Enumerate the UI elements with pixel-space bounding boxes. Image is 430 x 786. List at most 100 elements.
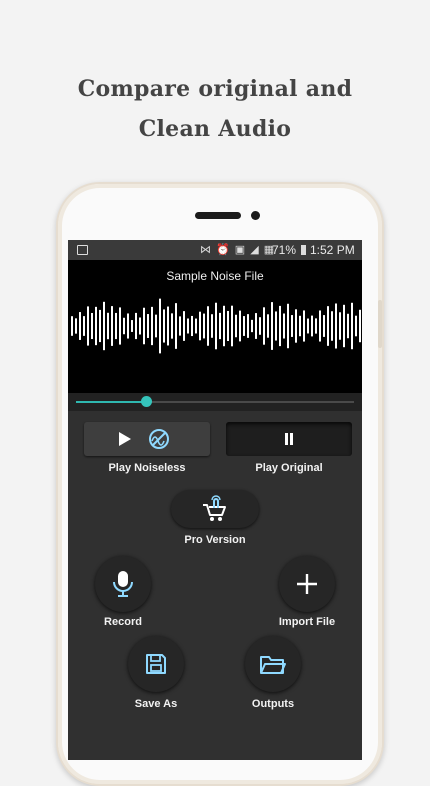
waveform-bar <box>267 314 269 338</box>
phone-camera <box>251 211 260 220</box>
waveform-bar <box>79 312 81 340</box>
battery-percent: 71% <box>272 243 297 257</box>
notification-icon <box>77 245 88 255</box>
waveform-bar <box>119 307 121 345</box>
waveform-bar <box>155 314 157 338</box>
waveform-bar <box>271 302 273 350</box>
save-as-button[interactable] <box>128 636 184 692</box>
phone-side-button <box>378 300 382 348</box>
waveform-bar <box>351 302 353 350</box>
play-noiseless-button[interactable] <box>84 422 210 456</box>
waveform-bar <box>127 313 129 339</box>
waveform-bar <box>199 311 201 341</box>
headline-line-1: Compare original and <box>77 76 353 102</box>
waveform-bar <box>147 314 149 338</box>
waveform-bar <box>335 303 337 349</box>
waveform-bar <box>171 313 173 339</box>
waveform-bar <box>319 310 321 342</box>
waveform-bar <box>295 309 297 343</box>
waveform-bar <box>207 306 209 346</box>
waveform-bar <box>347 313 349 339</box>
pro-version-button[interactable] <box>171 490 259 528</box>
waveform-bar <box>95 306 97 346</box>
pro-version-label: Pro Version <box>184 534 246 546</box>
waveform-panel: Sample Noise File <box>68 260 362 393</box>
play-icon <box>119 432 131 446</box>
waveform-bar <box>307 318 309 334</box>
waveform-bar <box>279 305 281 347</box>
microphone-icon <box>113 571 133 597</box>
sample-file-title: Sample Noise File <box>166 269 264 283</box>
battery-icon <box>301 245 306 255</box>
play-original-button[interactable] <box>226 422 352 456</box>
waveform-bar <box>299 315 301 337</box>
waveform-bar <box>219 312 221 340</box>
waveform-bar <box>263 307 265 345</box>
waveform-bar <box>359 309 361 343</box>
waveform-bar <box>211 314 213 338</box>
record-button[interactable] <box>95 556 151 612</box>
waveform-bar <box>99 309 101 343</box>
waveform-bar <box>215 302 217 350</box>
waveform-bar <box>87 306 89 346</box>
outputs-button[interactable] <box>245 636 301 692</box>
waveform-bar <box>175 303 177 349</box>
waveform-bar <box>195 318 197 334</box>
plus-icon <box>297 574 317 594</box>
waveform-bar <box>231 305 233 347</box>
waveform-bar <box>167 306 169 346</box>
app-screen: ⋈ ⏰ ▣ ◢ ▦ 71% 1:52 PM Sample Noise File … <box>68 240 362 760</box>
waveform-bar <box>163 309 165 343</box>
waveform-bar <box>339 312 341 340</box>
waveform-bar <box>311 315 313 337</box>
waveform-bar <box>123 317 125 335</box>
seek-progress <box>76 401 146 403</box>
import-file-button[interactable] <box>279 556 335 612</box>
waveform-bar <box>107 312 109 340</box>
waveform-bar <box>355 315 357 337</box>
waveform-bar <box>143 307 145 345</box>
folder-icon <box>260 656 286 674</box>
pause-icon <box>285 433 293 445</box>
waveform-bar <box>323 315 325 337</box>
waveform-bar <box>179 316 181 336</box>
waveform-bar <box>203 313 205 339</box>
save-icon <box>146 654 166 674</box>
waveform-bar <box>159 298 161 354</box>
waveform-bar <box>315 318 317 334</box>
waveform-bar <box>115 312 117 340</box>
waveform-bar <box>139 317 141 335</box>
waveform-bar <box>71 316 73 336</box>
import-file-label: Import File <box>278 616 336 628</box>
headline-line-2: Clean Audio <box>138 116 292 142</box>
play-noiseless-label: Play Noiseless <box>108 462 186 474</box>
waveform-bar <box>239 310 241 342</box>
waveform-bar <box>327 306 329 346</box>
waveform-bar <box>103 301 105 351</box>
waveform-bar <box>303 310 305 342</box>
waveform-bar <box>75 318 77 334</box>
seek-thumb[interactable] <box>140 396 152 407</box>
waveform-bar <box>183 311 185 341</box>
waveform-bar <box>259 317 261 335</box>
play-noiseless-icons <box>119 429 169 449</box>
waveform-bar <box>151 306 153 346</box>
waveform-bar <box>227 310 229 342</box>
waveform-bar <box>243 316 245 336</box>
waveform-bar <box>275 311 277 341</box>
waveform-bar <box>83 316 85 336</box>
waveform-bar <box>223 305 225 347</box>
waveform-bar <box>91 312 93 340</box>
status-icons: ⋈ ⏰ ▣ ◢ ▦ <box>200 244 276 256</box>
phone-speaker <box>195 212 241 219</box>
waveform-bar <box>255 313 257 339</box>
waveform-bar <box>111 306 113 346</box>
waveform-bar <box>283 313 285 339</box>
record-label: Record <box>104 616 142 628</box>
waveform-bar <box>131 320 133 332</box>
status-time: 1:52 PM <box>310 243 355 257</box>
waveform-bar <box>291 315 293 337</box>
waveform-bar <box>247 314 249 338</box>
seek-bar[interactable] <box>68 393 362 411</box>
waveform-bar <box>287 303 289 349</box>
